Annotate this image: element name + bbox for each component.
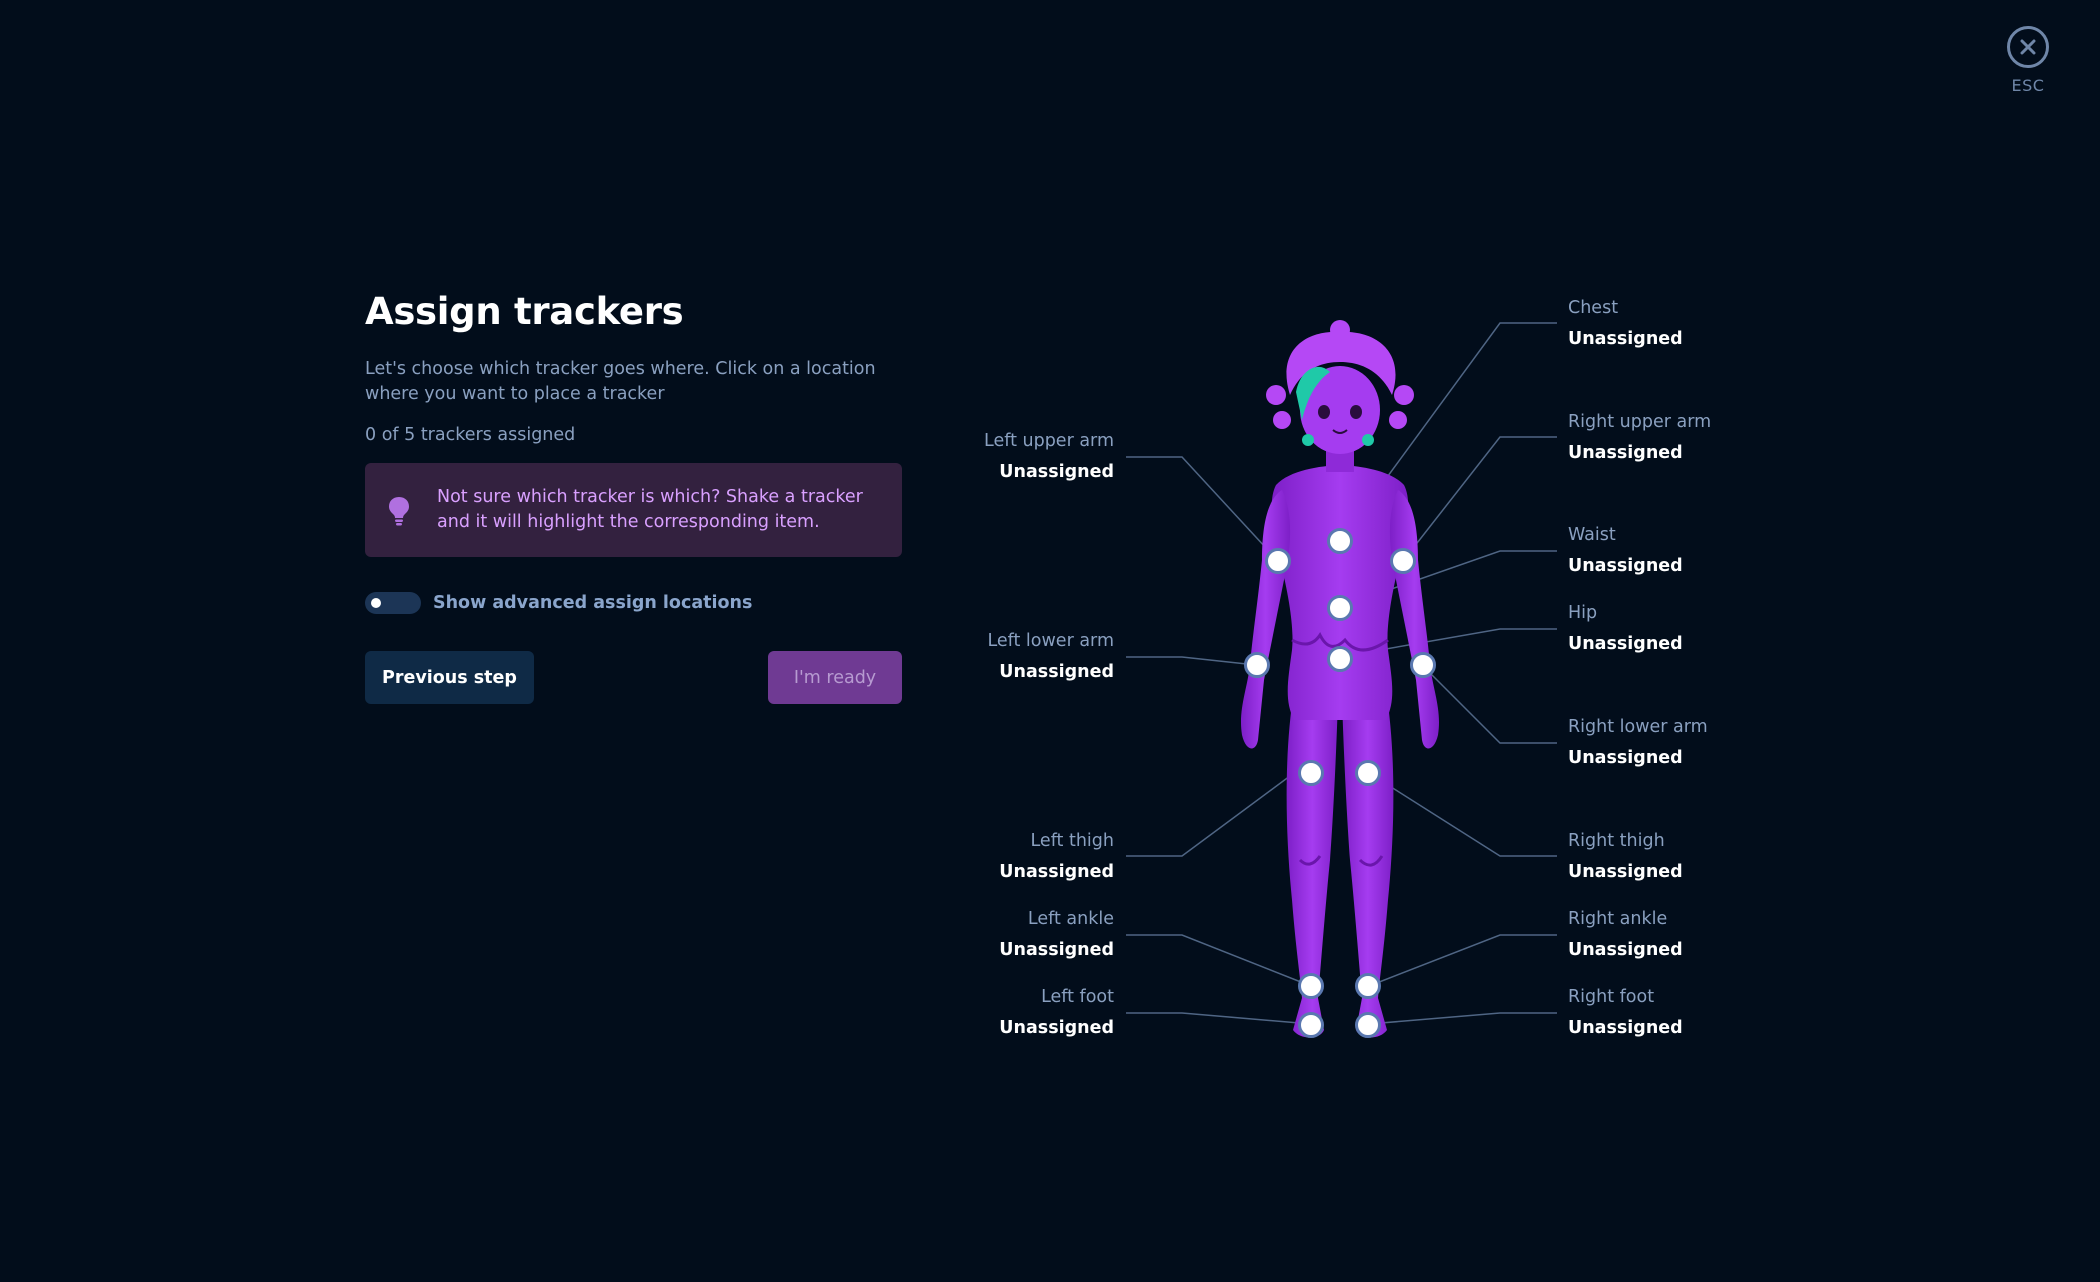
node-hip[interactable] (1327, 646, 1353, 672)
node-right-upper-arm[interactable] (1390, 548, 1416, 574)
part-status: Unassigned (1568, 443, 1683, 463)
part-name: Waist (1568, 525, 1616, 545)
part-name: Left ankle (1027, 909, 1114, 929)
node-left-ankle[interactable] (1298, 973, 1324, 999)
label-left-lower-arm[interactable]: Left lower arm Unassigned (894, 630, 1114, 683)
label-right-ankle[interactable]: Right ankle Unassigned (1568, 908, 1788, 961)
part-status: Unassigned (999, 862, 1114, 882)
label-left-upper-arm[interactable]: Left upper arm Unassigned (894, 430, 1114, 483)
part-name: Left thigh (1030, 831, 1114, 851)
node-left-upper-arm[interactable] (1265, 548, 1291, 574)
part-name: Left lower arm (987, 631, 1114, 651)
node-chest[interactable] (1327, 528, 1353, 554)
part-name: Right thigh (1568, 831, 1665, 851)
label-left-thigh[interactable]: Left thigh Unassigned (894, 830, 1114, 883)
label-right-foot[interactable]: Right foot Unassigned (1568, 986, 1788, 1039)
part-name: Right upper arm (1568, 412, 1712, 432)
node-right-foot[interactable] (1355, 1012, 1381, 1038)
part-status: Unassigned (1568, 329, 1683, 349)
part-status: Unassigned (999, 662, 1114, 682)
part-name: Right ankle (1568, 909, 1668, 929)
part-name: Chest (1568, 298, 1619, 318)
part-name: Hip (1568, 603, 1598, 623)
node-waist[interactable] (1327, 595, 1353, 621)
node-right-lower-arm[interactable] (1410, 652, 1436, 678)
part-status: Unassigned (1568, 940, 1683, 960)
character-illustration (1240, 320, 1440, 1038)
label-right-lower-arm[interactable]: Right lower arm Unassigned (1568, 716, 1788, 769)
part-name: Right foot (1568, 987, 1655, 1007)
node-left-thigh[interactable] (1298, 760, 1324, 786)
label-right-upper-arm[interactable]: Right upper arm Unassigned (1568, 411, 1788, 464)
node-right-thigh[interactable] (1355, 760, 1381, 786)
label-right-thigh[interactable]: Right thigh Unassigned (1568, 830, 1788, 883)
part-name: Right lower arm (1568, 717, 1708, 737)
part-status: Unassigned (1568, 748, 1683, 768)
part-status: Unassigned (1568, 862, 1683, 882)
part-name: Left upper arm (984, 431, 1114, 451)
part-status: Unassigned (999, 940, 1114, 960)
label-chest[interactable]: Chest Unassigned (1568, 297, 1788, 350)
node-right-ankle[interactable] (1355, 973, 1381, 999)
part-status: Unassigned (999, 462, 1114, 482)
node-left-lower-arm[interactable] (1244, 652, 1270, 678)
part-status: Unassigned (1568, 556, 1683, 576)
label-left-ankle[interactable]: Left ankle Unassigned (894, 908, 1114, 961)
part-status: Unassigned (1568, 634, 1683, 654)
label-waist[interactable]: Waist Unassigned (1568, 524, 1788, 577)
label-left-foot[interactable]: Left foot Unassigned (894, 986, 1114, 1039)
part-status: Unassigned (999, 1018, 1114, 1038)
label-hip[interactable]: Hip Unassigned (1568, 602, 1788, 655)
node-left-foot[interactable] (1298, 1012, 1324, 1038)
part-status: Unassigned (1568, 1018, 1683, 1038)
part-name: Left foot (1041, 987, 1114, 1007)
